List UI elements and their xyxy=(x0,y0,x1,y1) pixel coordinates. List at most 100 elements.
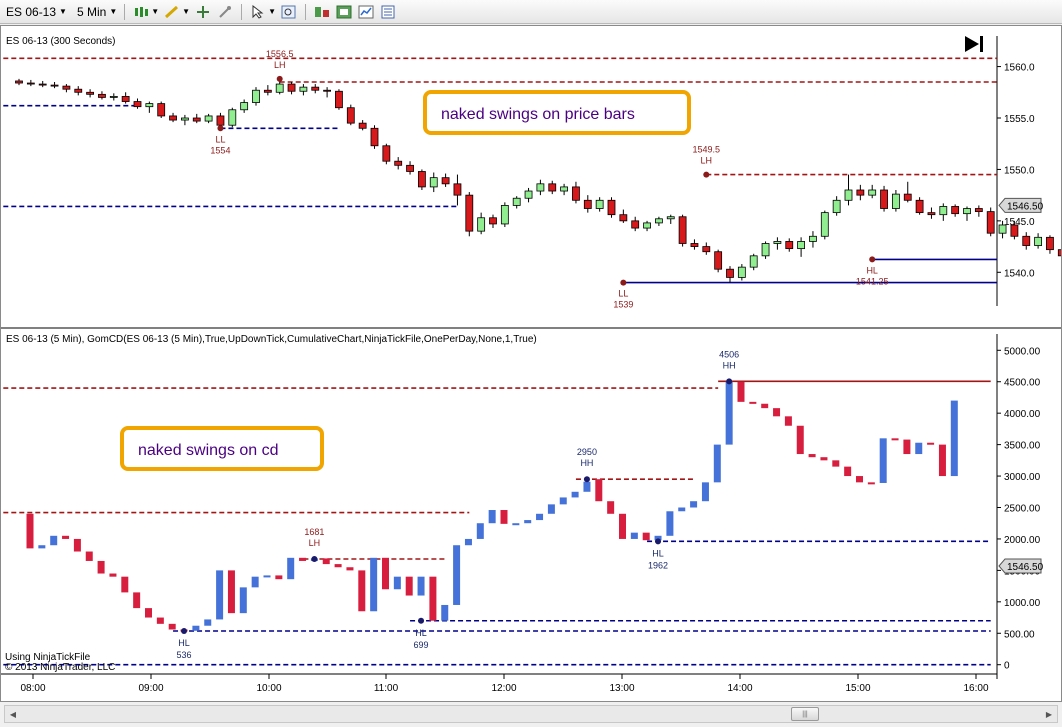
candle-body xyxy=(287,83,296,92)
cd-bar xyxy=(73,538,81,552)
chart-style-icon[interactable] xyxy=(357,3,375,21)
cd-bar xyxy=(547,504,555,514)
candle-body xyxy=(15,80,23,84)
cd-bar xyxy=(405,576,413,596)
candle-body xyxy=(382,145,391,162)
chevron-down-icon[interactable]: ▼ xyxy=(182,7,190,16)
cd-bar xyxy=(938,444,946,477)
candle-body xyxy=(1034,236,1042,246)
cd-bar xyxy=(464,538,472,546)
scrollbar-thumb[interactable]: ||| xyxy=(791,707,819,721)
x-tick-label: 14:00 xyxy=(727,683,752,694)
scroll-end-icon xyxy=(980,36,983,52)
chevron-down-icon[interactable]: ▼ xyxy=(268,7,276,16)
cd-bar xyxy=(927,442,935,445)
swing-label: 1554 xyxy=(210,145,230,155)
candle-body xyxy=(785,241,794,250)
cd-bar xyxy=(476,523,484,539)
swing-label: 1681 xyxy=(304,527,324,537)
cd-bar xyxy=(441,604,449,621)
cd-bar xyxy=(749,401,757,404)
candle-body xyxy=(441,177,450,185)
y-tick-label: 1555.0 xyxy=(1004,114,1035,125)
candle-body xyxy=(986,211,995,234)
candle-body xyxy=(702,246,711,253)
cd-bar xyxy=(382,557,389,590)
candle-body xyxy=(666,216,675,220)
pointer-icon[interactable] xyxy=(249,3,267,21)
candle-body xyxy=(489,217,497,225)
instrument-selector[interactable]: ES 06-13 ▼ xyxy=(6,5,67,19)
candle-body xyxy=(133,101,142,108)
swing-label: LH xyxy=(309,538,321,548)
candle-body xyxy=(548,183,557,192)
chart-canvas[interactable]: 1540.0 1545.0 1550.0 1555.0 1560.0 ES 06-13 (… xyxy=(1,26,1061,701)
candle-body xyxy=(169,115,177,121)
candle-body xyxy=(311,86,320,91)
cd-bar xyxy=(607,501,615,514)
chevron-down-icon[interactable]: ▼ xyxy=(151,7,159,16)
toolbar-divider xyxy=(305,3,306,20)
candle-body xyxy=(263,89,272,93)
horizontal-scrollbar[interactable]: ◀ ||| ▶ xyxy=(0,702,1062,727)
candle-body xyxy=(714,251,723,270)
swing-dot xyxy=(620,279,627,286)
y-tick-label: 1000.00 xyxy=(1004,598,1041,609)
cd-bar xyxy=(299,557,307,561)
y-tick-label: 3500.00 xyxy=(1004,441,1041,452)
cd-bar xyxy=(583,481,591,492)
swing-label: 1549.5 xyxy=(693,145,721,155)
candle-body xyxy=(773,241,782,244)
pencil-icon[interactable] xyxy=(163,3,181,21)
cd-bar xyxy=(678,507,686,512)
x-tick-label: 09:00 xyxy=(138,683,163,694)
cd-bar xyxy=(737,381,745,402)
candle-body xyxy=(394,160,403,166)
candle-body xyxy=(453,183,462,196)
candle-body xyxy=(939,206,948,216)
indicator-icon[interactable] xyxy=(313,3,331,21)
candle-body xyxy=(797,241,805,250)
properties-icon[interactable] xyxy=(379,3,397,21)
candle-body xyxy=(690,243,699,247)
scrollbar-track[interactable]: ◀ ||| ▶ xyxy=(4,705,1058,723)
cd-bar xyxy=(275,575,283,580)
x-tick-label: 13:00 xyxy=(609,683,634,694)
interval-selector[interactable]: 5 Min ▼ xyxy=(77,5,117,19)
zoom-icon[interactable] xyxy=(280,3,298,21)
candle-body xyxy=(619,214,628,222)
y-tick-label: 4000.00 xyxy=(1004,409,1041,420)
y-tick-label: 1560.0 xyxy=(1004,63,1035,74)
swing-label: LH xyxy=(701,156,713,166)
cd-bar xyxy=(536,513,544,521)
x-tick-label: 12:00 xyxy=(491,683,516,694)
candle-body xyxy=(643,222,651,229)
candle-body xyxy=(86,91,94,95)
strategy-icon[interactable] xyxy=(335,3,353,21)
crosshair-icon[interactable] xyxy=(194,3,212,21)
candle-body xyxy=(820,212,829,237)
chart-panels[interactable]: 1540.0 1545.0 1550.0 1555.0 1560.0 ES 06-13 (… xyxy=(0,25,1062,702)
toolbar-divider xyxy=(124,3,126,20)
candlestick-icon[interactable] xyxy=(132,3,150,21)
swing-dot xyxy=(217,125,224,132)
panel-title: ES 06-13 (5 Min), GomCD(ES 06-13 (5 Min)… xyxy=(6,334,537,345)
cd-bar xyxy=(216,570,224,620)
scroll-left-icon[interactable]: ◀ xyxy=(5,706,21,722)
swing-label: 1962 xyxy=(648,560,668,570)
cd-bar xyxy=(701,482,709,502)
scroll-right-icon[interactable]: ▶ xyxy=(1041,706,1057,722)
cd-bar xyxy=(192,625,200,631)
x-tick-label: 16:00 xyxy=(963,683,988,694)
cd-bar xyxy=(334,564,342,568)
interval-label: 5 Min xyxy=(76,4,107,19)
candle-body xyxy=(512,197,521,206)
x-tick-label: 08:00 xyxy=(20,683,45,694)
candle-body xyxy=(500,205,509,225)
cd-bar xyxy=(239,587,247,614)
x-tick-label: 11:00 xyxy=(374,683,399,694)
swing-label: HL xyxy=(178,638,190,648)
cd-bar xyxy=(571,491,579,498)
cd-bar xyxy=(879,438,887,483)
pin-icon[interactable] xyxy=(216,3,234,21)
